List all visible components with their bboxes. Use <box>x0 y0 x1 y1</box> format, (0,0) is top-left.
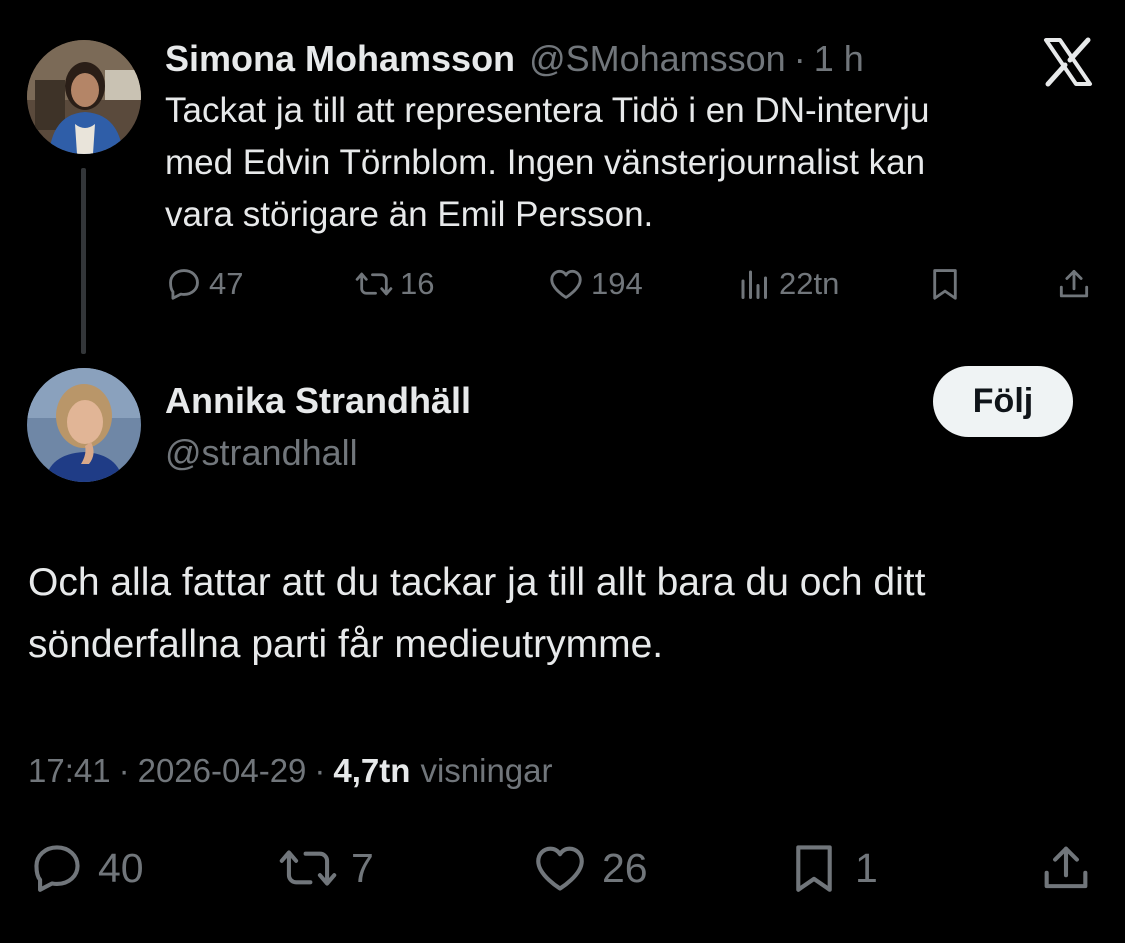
share-button[interactable] <box>1037 838 1095 898</box>
separator-dot: · <box>118 752 130 789</box>
views-chart-icon <box>741 270 767 299</box>
tweet-text-line: sönderfallna parti får medieutrymme. <box>28 623 664 666</box>
avatar-annika[interactable] <box>27 368 141 482</box>
repost-count: 7 <box>351 844 374 891</box>
separator-dot: · <box>314 752 326 789</box>
follow-button[interactable]: Följ <box>933 366 1073 437</box>
views-count: 4,7tn <box>333 752 411 789</box>
reply-icon <box>169 269 199 300</box>
repost-button[interactable]: 7 <box>277 838 374 898</box>
like-button[interactable]: 194 <box>547 264 643 304</box>
bookmark-icon <box>796 845 832 892</box>
bookmark-button[interactable]: 1 <box>785 838 878 898</box>
repost-icon <box>279 850 337 886</box>
reply-count: 47 <box>209 266 244 301</box>
tweet-time[interactable]: 1 h <box>814 38 864 80</box>
views-count: 22tn <box>779 266 840 301</box>
tweet-text-line: vara störigare än Emil Persson. <box>165 195 654 234</box>
heart-icon <box>536 846 584 891</box>
tweet-text-line: Tackat ja till att representera Tidö i e… <box>165 91 930 130</box>
repost-icon <box>355 272 393 296</box>
repost-button[interactable]: 16 <box>354 264 434 304</box>
author-handle[interactable]: @strandhall <box>165 432 471 474</box>
tweet-time[interactable]: 17:41 <box>28 752 111 790</box>
tweet-text-line: med Edvin Törnblom. Ingen vänsterjournal… <box>165 143 926 182</box>
bookmark-icon <box>933 269 957 300</box>
views-label: visningar <box>420 752 553 789</box>
bookmark-button[interactable] <box>926 264 964 304</box>
share-icon <box>1059 269 1089 298</box>
avatar-simona[interactable] <box>27 40 141 154</box>
like-count: 194 <box>591 266 643 301</box>
thread-connector-line <box>81 168 86 354</box>
quoted-tweet-text: Tackat ja till att representera Tidö i e… <box>165 85 1085 241</box>
heart-icon <box>550 269 582 299</box>
author-name[interactable]: Simona Mohamsson <box>165 38 515 80</box>
share-button[interactable] <box>1055 264 1093 304</box>
reply-count: 40 <box>98 844 144 891</box>
reply-icon <box>34 845 80 892</box>
author-name[interactable]: Annika Strandhäll <box>165 380 471 422</box>
reply-button[interactable]: 40 <box>28 838 144 898</box>
like-count: 26 <box>602 844 648 891</box>
separator-dot: · <box>793 38 806 79</box>
like-button[interactable]: 26 <box>530 838 648 898</box>
author-handle[interactable]: @SMohamsson <box>529 38 786 80</box>
tweet-date[interactable]: 2026-04-29 <box>138 752 307 790</box>
follow-button-label: Följ <box>972 382 1034 420</box>
views-button[interactable]: 22tn <box>737 264 839 304</box>
quoted-tweet-header: Simona Mohamsson @SMohamsson · 1 h <box>165 38 864 80</box>
tweet-meta: 17:41 · 2026-04-29 · 4,7tn visningar <box>28 752 553 790</box>
share-icon <box>1044 846 1088 889</box>
x-logo-icon[interactable] <box>1042 36 1094 88</box>
tweet-text-line: Och alla fattar att du tackar ja till al… <box>28 561 926 604</box>
bookmark-count: 1 <box>855 844 878 891</box>
main-tweet-author: Annika Strandhäll @strandhall <box>165 380 471 474</box>
repost-count: 16 <box>400 266 435 301</box>
reply-button[interactable]: 47 <box>165 264 243 304</box>
main-tweet-text: Och alla fattar att du tackar ja till al… <box>28 552 1108 676</box>
